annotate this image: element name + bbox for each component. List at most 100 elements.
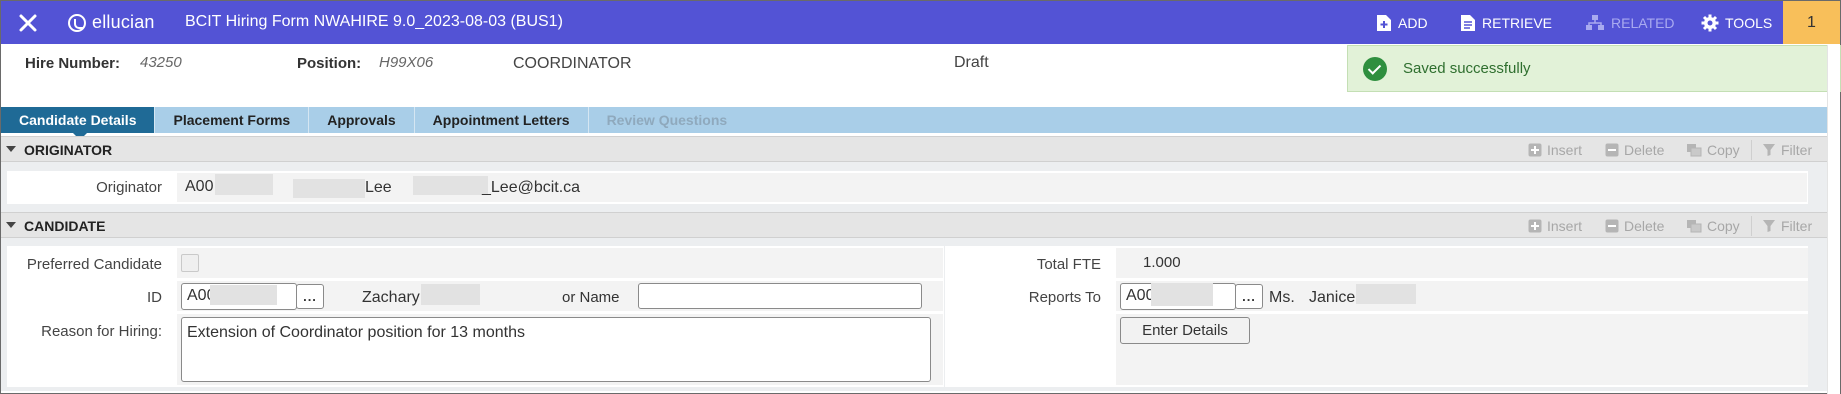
delete-label: Delete [1624, 142, 1665, 158]
tab-candidate-details[interactable]: Candidate Details [1, 107, 156, 140]
id-label: ID [147, 289, 162, 306]
collapse-triangle-icon[interactable] [6, 222, 16, 228]
reports-to-first-name: Janice [1309, 289, 1356, 306]
filter-icon [1763, 220, 1775, 232]
redacted-reports-to-id [1151, 283, 1213, 306]
reason-for-hiring-label: Reason for Hiring: [41, 323, 162, 340]
tab-approvals[interactable]: Approvals [309, 107, 415, 133]
close-icon[interactable] [15, 10, 41, 36]
top-bar: ellucian BCIT Hiring Form NWAHIRE 9.0_20… [1, 1, 1840, 44]
tools-button[interactable]: TOOLS [1701, 1, 1772, 44]
related-button[interactable]: RELATED [1585, 1, 1675, 44]
tab-review-questions[interactable]: Review Questions [589, 107, 746, 133]
filter-button[interactable]: Filter [1762, 137, 1812, 163]
delete-label: Delete [1624, 218, 1665, 234]
position-title: COORDINATOR [513, 55, 632, 72]
related-icon [1586, 14, 1604, 30]
plus-box-icon [1528, 219, 1542, 233]
originator-section-header[interactable]: ORIGINATOR Insert Delete Copy Filter [1, 136, 1827, 162]
copy-icon [1687, 220, 1702, 233]
redacted-candidate-last-name [421, 284, 480, 305]
copy-icon [1687, 144, 1702, 157]
retrieve-document-icon [1461, 14, 1475, 31]
notification-count[interactable]: 1 [1783, 1, 1840, 44]
filter-label: Filter [1781, 142, 1813, 158]
total-fte-value: 1.000 [1143, 254, 1181, 271]
redacted-reports-to-last-name [1356, 284, 1416, 304]
copy-label: Copy [1707, 218, 1740, 234]
action-divider [1751, 216, 1752, 236]
redacted-first-name [293, 179, 365, 198]
insert-label: Insert [1547, 142, 1583, 158]
insert-button[interactable]: Insert [1528, 137, 1582, 163]
tab-appointment-letters[interactable]: Appointment Letters [415, 107, 589, 133]
reason-for-hiring-value: Extension of Coordinator position for 13… [187, 324, 525, 341]
success-notification[interactable]: Saved successfully [1347, 45, 1841, 92]
minus-box-icon [1605, 143, 1619, 157]
plus-box-icon [1528, 143, 1542, 157]
originator-section-title: ORIGINATOR [24, 142, 113, 158]
preferred-row [177, 248, 943, 278]
originator-label: Originator [96, 179, 162, 196]
hire-number-label: Hire Number: [25, 55, 121, 72]
copy-label: Copy [1707, 142, 1740, 158]
status-text: Draft [954, 54, 989, 71]
reports-to-lookup-button[interactable]: ... [1235, 284, 1263, 309]
form-title: BCIT Hiring Form NWAHIRE 9.0_2023-08-03 … [185, 13, 563, 30]
hire-number-value: 43250 [140, 54, 182, 71]
related-label: RELATED [1611, 14, 1675, 31]
insert-button[interactable]: Insert [1528, 213, 1582, 239]
ellucian-logo-icon [68, 13, 86, 32]
filter-icon [1763, 144, 1775, 156]
copy-button[interactable]: Copy [1686, 137, 1740, 163]
reason-for-hiring-textarea[interactable]: Extension of Coordinator position for 13… [181, 317, 931, 382]
position-label: Position: [297, 55, 362, 72]
originator-panel: Originator A00 Lee _Lee@bcit.ca [7, 171, 1808, 204]
candidate-left-panel: Preferred Candidate ID A00 ... Zachary o… [7, 246, 944, 387]
position-code: H99X06 [379, 54, 434, 71]
insert-label: Insert [1547, 218, 1583, 234]
checkmark-circle-icon [1363, 56, 1387, 81]
preferred-candidate-checkbox[interactable] [181, 254, 199, 272]
candidate-first-name: Zachary [362, 289, 420, 306]
tab-placement-forms[interactable]: Placement Forms [155, 107, 310, 133]
minus-box-icon [1605, 219, 1619, 233]
tab-bar: Candidate Details Placement Forms Approv… [1, 107, 1827, 140]
candidate-right-panel: Total FTE 1.000 Reports To A00 ... Ms. J… [945, 246, 1808, 387]
tools-label: TOOLS [1725, 14, 1773, 31]
originator-last-name: Lee [365, 179, 392, 196]
redacted-id [215, 174, 273, 195]
vertical-scrollbar[interactable] [1827, 45, 1840, 394]
enter-details-button[interactable]: Enter Details [1120, 317, 1250, 344]
retrieve-label: RETRIEVE [1482, 14, 1553, 31]
redacted-candidate-id [210, 285, 277, 305]
total-fte-label: Total FTE [1036, 256, 1101, 273]
gear-icon [1701, 14, 1719, 31]
filter-label: Filter [1781, 218, 1813, 234]
reports-to-label: Reports To [1028, 289, 1101, 306]
notification-message: Saved successfully [1403, 60, 1531, 77]
retrieve-button[interactable]: RETRIEVE [1460, 1, 1552, 44]
delete-button[interactable]: Delete [1605, 137, 1664, 163]
filter-button[interactable]: Filter [1762, 213, 1812, 239]
delete-button[interactable]: Delete [1605, 213, 1664, 239]
brand-name: ellucian [92, 12, 155, 32]
originator-email: _Lee@bcit.ca [482, 179, 581, 196]
redacted-email [413, 176, 488, 195]
copy-button[interactable]: Copy [1686, 213, 1740, 239]
candidate-id-lookup-button[interactable]: ... [296, 284, 324, 309]
add-label: ADD [1398, 14, 1428, 31]
reports-to-title: Ms. [1269, 289, 1295, 306]
ellucian-logo[interactable]: ellucian [68, 12, 155, 33]
action-divider [1751, 140, 1752, 160]
collapse-triangle-icon[interactable] [6, 146, 16, 152]
candidate-section-title: CANDIDATE [24, 218, 106, 234]
add-button[interactable]: ADD [1376, 1, 1428, 44]
candidate-section-header[interactable]: CANDIDATE Insert Delete Copy Filter [1, 212, 1827, 238]
or-name-label: or Name [562, 289, 620, 306]
originator-id: A00 [185, 178, 214, 195]
preferred-candidate-label: Preferred Candidate [26, 256, 162, 273]
total-fte-row [1116, 248, 1808, 278]
add-page-icon [1377, 14, 1391, 31]
or-name-input[interactable] [638, 283, 922, 309]
